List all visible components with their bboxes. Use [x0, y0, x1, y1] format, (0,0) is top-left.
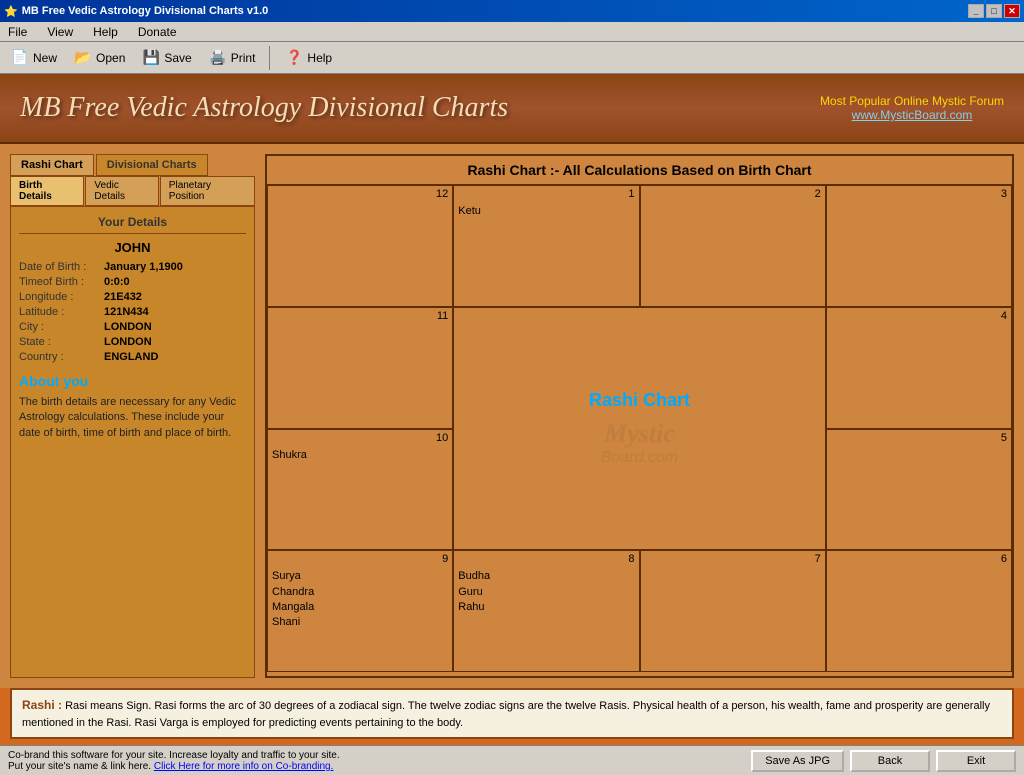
menu-donate[interactable]: Donate — [134, 24, 181, 40]
chart-cell-12: 12 — [267, 185, 453, 307]
chart-cell-8: 8BudhaGuruRahu — [453, 550, 639, 672]
title-bar-left: ⭐ MB Free Vedic Astrology Divisional Cha… — [4, 5, 268, 18]
status-line1: Co-brand this software for your site. In… — [8, 750, 340, 761]
bottom-info-title: Rashi : — [22, 698, 62, 712]
back-button[interactable]: Back — [850, 750, 930, 772]
new-button[interactable]: 📄 New — [6, 46, 61, 70]
rashi-chart-center-label: Rashi Chart — [589, 390, 690, 411]
toolbar: 📄 New 📂 Open 💾 Save 🖨️ Print ❓ Help — [0, 42, 1024, 74]
menu-help[interactable]: Help — [89, 24, 122, 40]
save-as-jpg-button[interactable]: Save As JPG — [751, 750, 844, 772]
details-title: Your Details — [19, 215, 246, 234]
bottom-info-text: Rasi means Sign. Rasi forms the arc of 3… — [22, 700, 990, 729]
header-right: Most Popular Online Mystic Forum www.Mys… — [820, 94, 1004, 122]
cobrand-link[interactable]: Click Here for more info on Co-branding. — [154, 761, 334, 772]
save-icon: 💾 — [141, 48, 161, 68]
status-bar: Co-brand this software for your site. In… — [0, 745, 1024, 775]
minimize-button[interactable]: _ — [968, 4, 984, 18]
save-button[interactable]: 💾 Save — [137, 46, 195, 70]
tab-divisional-charts[interactable]: Divisional Charts — [96, 154, 208, 176]
chart-cell-3: 3 — [826, 185, 1012, 307]
tagline: Most Popular Online Mystic Forum — [820, 94, 1004, 108]
menu-view[interactable]: View — [43, 24, 77, 40]
about-you-text: The birth details are necessary for any … — [19, 395, 246, 441]
bottom-info: Rashi : Rasi means Sign. Rasi forms the … — [10, 688, 1014, 739]
chart-cell-7: 7 — [640, 550, 826, 672]
chart-cell-4: 4 — [826, 307, 1012, 429]
detail-country: Country : ENGLAND — [19, 351, 246, 363]
chart-cell-5: 5 — [826, 429, 1012, 551]
chart-cell-11: 11 — [267, 307, 453, 429]
exit-button[interactable]: Exit — [936, 750, 1016, 772]
chart-center: Rashi Chart Mystic Board.com — [453, 307, 826, 551]
title-bar: ⭐ MB Free Vedic Astrology Divisional Cha… — [0, 0, 1024, 22]
app-icon: ⭐ — [4, 5, 18, 18]
details-panel: Your Details JOHN Date of Birth : Januar… — [10, 206, 255, 678]
help-icon: ❓ — [284, 48, 304, 68]
main-content: Rashi Chart Divisional Charts Birth Deta… — [0, 144, 1024, 688]
title-bar-buttons: _ □ ✕ — [968, 4, 1020, 18]
toolbar-separator — [269, 46, 270, 70]
help-button[interactable]: ❓ Help — [280, 46, 336, 70]
sub-tab-vedic-details[interactable]: Vedic Details — [85, 176, 158, 206]
user-name: JOHN — [19, 240, 246, 255]
detail-city: City : LONDON — [19, 321, 246, 333]
title-bar-text: MB Free Vedic Astrology Divisional Chart… — [22, 5, 269, 17]
chart-cell-1: 1Ketu — [453, 185, 639, 307]
main-tabs: Rashi Chart Divisional Charts — [10, 154, 255, 176]
detail-longitude: Longitude : 21E432 — [19, 291, 246, 303]
chart-cell-6: 6 — [826, 550, 1012, 672]
print-icon: 🖨️ — [208, 48, 228, 68]
chart-cell-9: 9SuryaChandraMangalaShani — [267, 550, 453, 672]
chart-title: Rashi Chart :- All Calculations Based on… — [267, 156, 1012, 184]
left-panel: Rashi Chart Divisional Charts Birth Deta… — [10, 154, 255, 678]
new-icon: 📄 — [10, 48, 30, 68]
rashi-chart-panel: Rashi Chart :- All Calculations Based on… — [265, 154, 1014, 678]
close-button[interactable]: ✕ — [1004, 4, 1020, 18]
sub-tab-birth-details[interactable]: Birth Details — [10, 176, 84, 206]
header-banner: MB Free Vedic Astrology Divisional Chart… — [0, 74, 1024, 144]
menu-file[interactable]: File — [4, 24, 31, 40]
print-button[interactable]: 🖨️ Print — [204, 46, 260, 70]
chart-cell-2: 2 — [640, 185, 826, 307]
maximize-button[interactable]: □ — [986, 4, 1002, 18]
open-icon: 📂 — [73, 48, 93, 68]
status-buttons: Save As JPG Back Exit — [751, 750, 1016, 772]
status-left: Co-brand this software for your site. In… — [8, 750, 340, 772]
detail-date-of-birth: Date of Birth : January 1,1900 — [19, 261, 246, 273]
tab-rashi-chart[interactable]: Rashi Chart — [10, 154, 94, 176]
app-title: MB Free Vedic Astrology Divisional Chart… — [20, 92, 508, 124]
detail-latitude: Latitude : 121N434 — [19, 306, 246, 318]
open-button[interactable]: 📂 Open — [69, 46, 129, 70]
about-you-title: About you — [19, 373, 246, 389]
detail-state: State : LONDON — [19, 336, 246, 348]
status-line2: Put your site's name & link here. Click … — [8, 761, 340, 772]
detail-time-of-birth: Timeof Birth : 0:0:0 — [19, 276, 246, 288]
chart-cell-10: 10Shukra — [267, 429, 453, 551]
chart-grid: 121Ketu2311Rashi Chart Mystic Board.com … — [267, 184, 1012, 672]
sub-tabs: Birth Details Vedic Details Planetary Po… — [10, 176, 255, 206]
menu-bar: File View Help Donate — [0, 22, 1024, 42]
sub-tab-planetary-position[interactable]: Planetary Position — [160, 176, 255, 206]
website-link[interactable]: www.MysticBoard.com — [852, 108, 973, 122]
